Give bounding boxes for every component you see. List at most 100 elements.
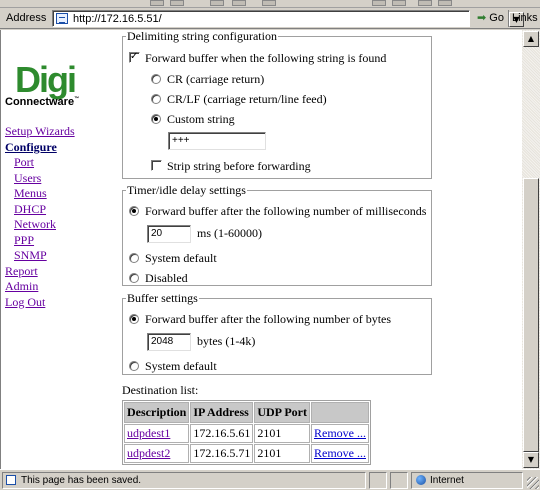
vertical-scrollbar[interactable]: ▲ ▼ [522, 30, 540, 469]
remove-link[interactable]: Remove ... [314, 446, 366, 460]
go-arrow-icon: ➡ [477, 11, 487, 24]
table-row: udpdest1 172.16.5.61 2101 Remove ... [124, 424, 369, 443]
globe-icon [416, 475, 426, 485]
delimiting-panel: Delimiting string configuration Forward … [122, 30, 432, 179]
address-label: Address [6, 12, 47, 24]
buffer-panel: Buffer settings Forward buffer after the… [122, 291, 432, 375]
strip-string-row: Strip string before forwarding [151, 159, 311, 173]
forward-string-row: Forward buffer when the following string… [129, 50, 387, 65]
page-icon [6, 475, 16, 485]
timer-forward-row: Forward buffer after the following numbe… [129, 204, 426, 218]
destination-link[interactable]: udpdest1 [127, 426, 170, 440]
nav-port[interactable]: Port [5, 155, 115, 171]
buffer-system-default-row: System default [129, 359, 217, 373]
remove-link[interactable]: Remove ... [314, 426, 366, 440]
buffer-forward-radio[interactable] [129, 314, 139, 324]
destination-table: Description IP Address UDP Port udpdest1… [122, 400, 371, 465]
scroll-down-icon[interactable]: ▼ [523, 452, 539, 468]
toolbar-strip [0, 0, 540, 8]
crlf-radio[interactable] [151, 94, 161, 104]
timer-system-default-label: System default [145, 251, 217, 265]
brand-name: Connectware™ [5, 96, 80, 108]
zone-text: Internet [430, 475, 464, 486]
buffer-legend: Buffer settings [126, 291, 199, 305]
nav-ppp[interactable]: PPP [5, 233, 115, 249]
crlf-label: CR/LF (carriage return/line feed) [167, 92, 327, 106]
scroll-thumb[interactable] [523, 178, 539, 452]
timer-forward-radio[interactable] [129, 206, 139, 216]
nav-menus[interactable]: Menus [5, 186, 115, 202]
security-zone-pane: Internet [411, 472, 523, 489]
nav-logout[interactable]: Log Out [5, 295, 115, 311]
crlf-row: CR/LF (carriage return/line feed) [151, 92, 327, 106]
digi-logo: Digi [15, 59, 75, 100]
port-cell: 2101 [254, 424, 310, 443]
buffer-forward-row: Forward buffer after the following numbe… [129, 312, 391, 326]
nav-network[interactable]: Network [5, 217, 115, 233]
timer-disabled-radio[interactable] [129, 273, 139, 283]
go-label: Go [489, 12, 504, 24]
status-message-pane: This page has been saved. [2, 472, 366, 489]
nav-dhcp[interactable]: DHCP [5, 202, 115, 218]
toolbar-button-icon[interactable] [170, 0, 184, 6]
page-icon [56, 13, 68, 24]
table-row: udpdest2 172.16.5.71 2101 Remove ... [124, 444, 369, 463]
description-cell: udpdest2 [124, 444, 190, 463]
nav-configure[interactable]: Configure [5, 140, 115, 156]
toolbar-button-icon[interactable] [418, 0, 432, 6]
destination-link[interactable]: udpdest2 [127, 446, 170, 460]
cr-radio[interactable] [151, 74, 161, 84]
links-button[interactable]: Links [508, 10, 540, 27]
toolbar-button-icon[interactable] [210, 0, 224, 6]
ip-cell: 172.16.5.71 [190, 444, 254, 463]
cr-label: CR (carriage return) [167, 72, 265, 86]
timer-system-default-row: System default [129, 251, 217, 265]
bytes-unit-label: bytes (1-4k) [197, 333, 256, 348]
forward-string-checkbox[interactable] [129, 50, 140, 64]
resize-grip-icon[interactable] [527, 477, 539, 489]
description-cell: udpdest1 [124, 424, 190, 443]
status-pane-empty [369, 472, 387, 489]
timer-forward-label: Forward buffer after the following numbe… [145, 204, 427, 218]
status-text: This page has been saved. [21, 475, 142, 486]
toolbar-button-icon[interactable] [438, 0, 452, 6]
forward-string-label: Forward buffer when the following string… [145, 51, 387, 65]
table-header-row: Description IP Address UDP Port [124, 402, 369, 423]
toolbar-button-icon[interactable] [150, 0, 164, 6]
scroll-up-icon[interactable]: ▲ [523, 31, 539, 47]
custom-string-label: Custom string [167, 112, 235, 126]
sidebar-nav: Setup Wizards Configure Port Users Menus… [5, 124, 115, 310]
custom-string-input[interactable]: +++ [168, 132, 266, 150]
buffer-system-default-radio[interactable] [129, 361, 139, 371]
toolbar-button-icon[interactable] [392, 0, 406, 6]
buffer-forward-label: Forward buffer after the following numbe… [145, 312, 392, 326]
ms-input[interactable]: 20 [147, 225, 191, 243]
nav-snmp[interactable]: SNMP [5, 248, 115, 264]
toolbar-button-icon[interactable] [262, 0, 276, 6]
bytes-input[interactable]: 2048 [147, 333, 191, 351]
nav-setup-wizards[interactable]: Setup Wizards [5, 124, 115, 140]
strip-string-label: Strip string before forwarding [167, 159, 311, 173]
nav-admin[interactable]: Admin [5, 279, 115, 295]
nav-report[interactable]: Report [5, 264, 115, 280]
toolbar-button-icon[interactable] [232, 0, 246, 6]
timer-panel: Timer/idle delay settings Forward buffer… [122, 183, 432, 286]
nav-users[interactable]: Users [5, 171, 115, 187]
address-input[interactable]: http://172.16.5.51/ ▼ [52, 10, 524, 27]
status-pane-empty [390, 472, 408, 489]
timer-disabled-row: Disabled [129, 271, 188, 285]
custom-string-radio[interactable] [151, 114, 161, 124]
bytes-input-row: 2048 bytes (1-4k) [147, 333, 255, 351]
toolbar-button-icon[interactable] [372, 0, 386, 6]
strip-string-checkbox[interactable] [151, 160, 162, 171]
action-cell: Remove ... [310, 444, 369, 463]
timer-system-default-radio[interactable] [129, 253, 139, 263]
logo-text: Digi [15, 59, 75, 100]
delimiting-legend: Delimiting string configuration [126, 30, 278, 43]
go-button[interactable]: ➡ Go [475, 10, 505, 27]
custom-string-input-row: +++ [168, 132, 272, 150]
port-cell: 2101 [254, 444, 310, 463]
column-header-description: Description [124, 402, 190, 423]
timer-disabled-label: Disabled [145, 271, 188, 285]
column-header-port: UDP Port [254, 402, 310, 423]
